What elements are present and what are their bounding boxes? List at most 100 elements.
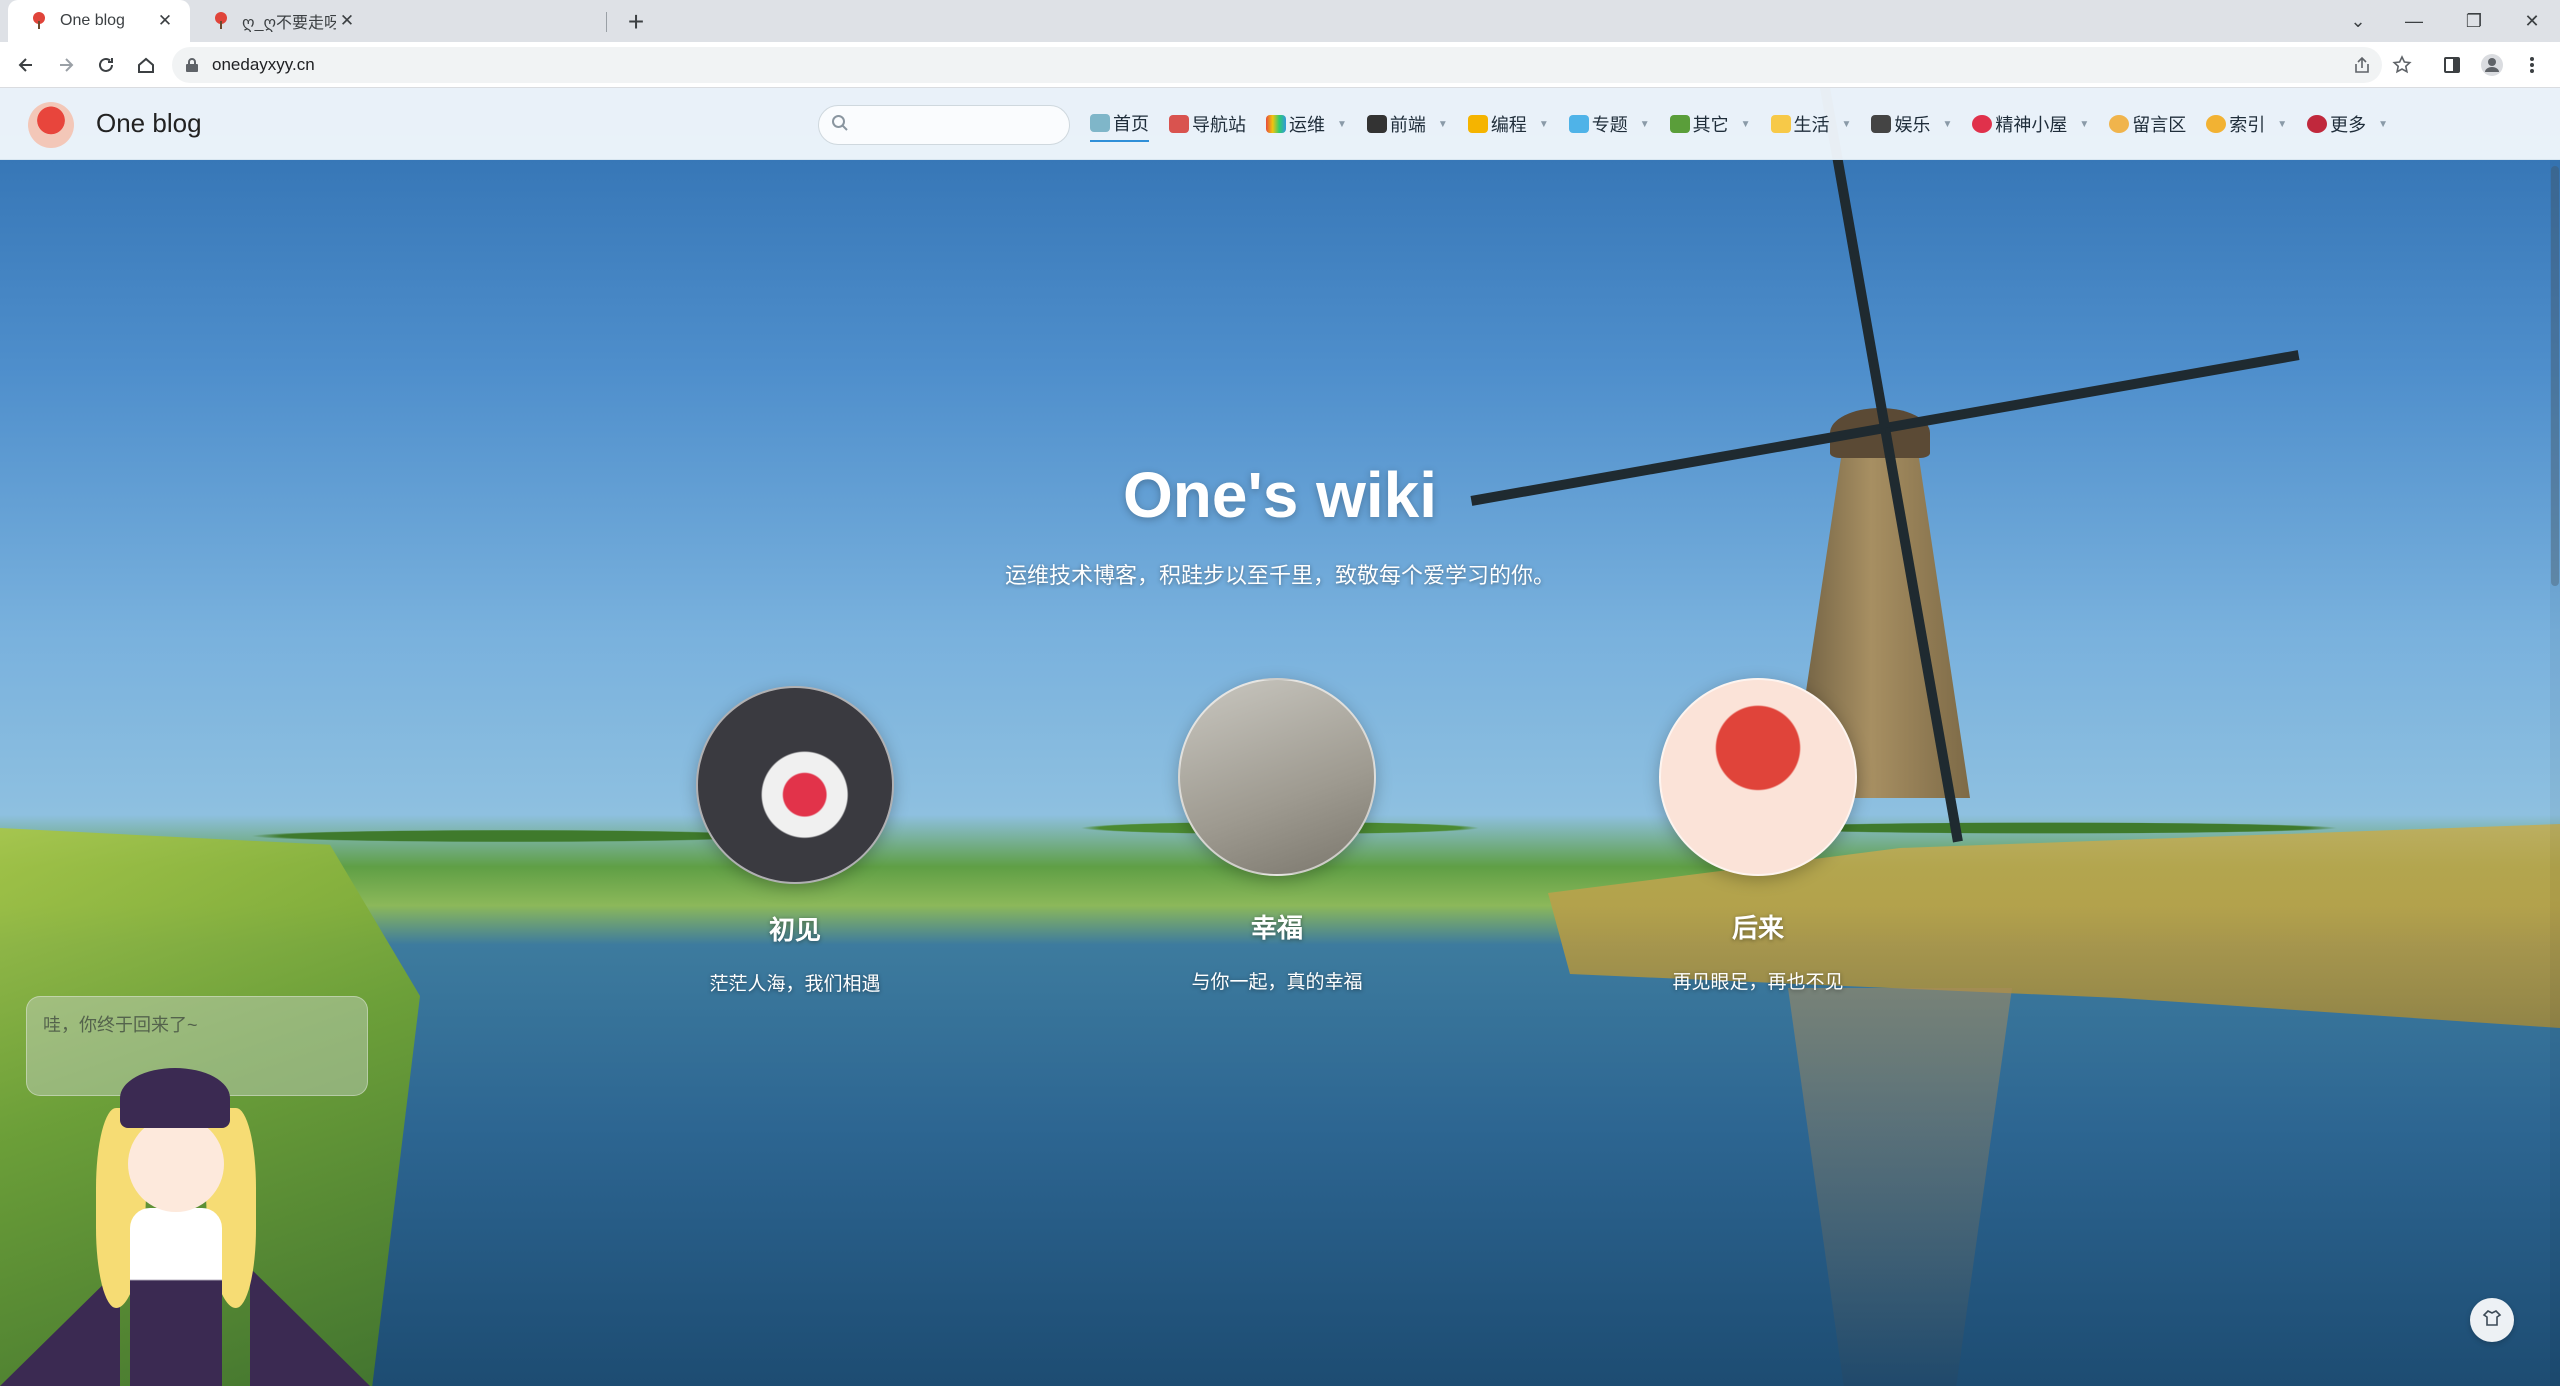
star-icon <box>1770 115 1791 133</box>
restore-button[interactable]: ❐ <box>2446 0 2502 42</box>
tree-favicon-icon <box>212 12 230 30</box>
tree-favicon-icon <box>30 12 48 30</box>
nav-item-topics[interactable]: 专题 ▼ <box>1568 106 1650 142</box>
card-first-meet[interactable]: 初见 茫茫人海，我们相遇 <box>665 686 925 996</box>
book-icon <box>1366 115 1387 133</box>
nav-label: 编程 <box>1490 115 1527 135</box>
card-text: 再见眼足，再也不见 <box>1672 972 1844 993</box>
tab-search-icon[interactable]: ⌄ <box>2330 0 2386 42</box>
card-image-couple-shadow[interactable] <box>1178 678 1376 876</box>
nav-label: 更多 <box>2330 115 2367 135</box>
hand-icon <box>2206 115 2227 133</box>
chevron-down-icon: ▼ <box>1639 118 1650 130</box>
close-window-button[interactable]: ✕ <box>2504 0 2560 42</box>
tab-title: ღ_ღ不要走呀! <box>242 15 336 32</box>
turtle-icon <box>1669 115 1690 133</box>
hero-title: One's wiki <box>1123 459 1437 531</box>
chevron-down-icon: ▼ <box>2079 118 2090 130</box>
chevron-down-icon: ▼ <box>2378 118 2389 130</box>
search-box[interactable] <box>818 105 1070 145</box>
card-title: 幸福 <box>1250 913 1303 943</box>
search-input[interactable] <box>857 116 1057 134</box>
menu-kebab-icon[interactable] <box>2516 49 2548 81</box>
theme-toggle-button[interactable] <box>2470 1298 2514 1342</box>
tab-strip: One blog ✕ ღ_ღ不要走呀! ✕ + ⌄ — ❐ ✕ <box>0 0 2560 42</box>
browser-toolbar: onedayxyy.cn <box>0 42 2560 88</box>
card-image-bouquet[interactable] <box>696 686 894 884</box>
close-tab-icon[interactable]: ✕ <box>336 10 358 32</box>
bookmark-star-icon[interactable] <box>2386 49 2418 81</box>
site-logo[interactable] <box>28 102 74 148</box>
new-tab-button[interactable]: + <box>620 6 652 38</box>
web-page: One blog 首页 导航站 运维 ▼ 前端 ▼ 编程 ▼ 专题 ▼ 其它 ▼… <box>0 88 2560 1386</box>
lock-icon[interactable] <box>172 57 212 73</box>
rose-icon <box>2307 115 2328 133</box>
nav-label: 精神小屋 <box>1995 115 2068 135</box>
hero-subtitle: 运维技术博客，积跬步以至千里，致敬每个爱学习的你。 <box>1004 563 1555 588</box>
lightning-icon <box>1467 115 1488 133</box>
nav-item-programming[interactable]: 编程 ▼ <box>1467 106 1549 142</box>
tab-second[interactable]: ღ_ღ不要走呀! ✕ <box>190 0 372 42</box>
chevron-down-icon: ▼ <box>1841 118 1852 130</box>
side-panel-icon[interactable] <box>2436 49 2468 81</box>
chevron-down-icon: ▼ <box>1740 118 1751 130</box>
nav-item-frontend[interactable]: 前端 ▼ <box>1366 106 1448 142</box>
nav-item-home[interactable]: 首页 <box>1090 106 1149 142</box>
heart-icon <box>1972 115 1993 133</box>
home-icon[interactable] <box>130 49 162 81</box>
tab-title: One blog <box>60 12 125 29</box>
chevron-down-icon: ▼ <box>1942 118 1953 130</box>
nav-label: 其它 <box>1692 115 1729 135</box>
camera-icon <box>1871 115 1892 133</box>
card-text: 茫茫人海，我们相遇 <box>709 974 881 995</box>
card-image-red-tree[interactable] <box>1659 678 1857 876</box>
tab-one-blog[interactable]: One blog ✕ <box>8 0 190 42</box>
megaphone-icon <box>1169 115 1189 133</box>
nav-label: 首页 <box>1113 114 1149 134</box>
ear-icon <box>2109 115 2130 133</box>
nav-item-more[interactable]: 更多 ▼ <box>2307 106 2388 142</box>
mascot-character[interactable] <box>0 1068 380 1386</box>
rainbow-icon <box>1266 115 1286 133</box>
nav-label: 导航站 <box>1192 115 1246 135</box>
chevron-down-icon: ▼ <box>1538 118 1549 130</box>
nav-label: 生活 <box>1793 115 1830 135</box>
gem-icon <box>1568 115 1589 133</box>
nav-item-entertainment[interactable]: 娱乐 ▼ <box>1871 106 1952 142</box>
site-brand[interactable]: One blog <box>96 108 202 139</box>
profile-avatar-icon[interactable] <box>2476 49 2508 81</box>
chevron-down-icon: ▼ <box>2277 118 2288 130</box>
card-title: 初见 <box>768 915 821 945</box>
share-icon[interactable] <box>2346 49 2378 81</box>
nav-item-index[interactable]: 索引 ▼ <box>2206 106 2287 142</box>
close-tab-icon[interactable]: ✕ <box>154 10 176 32</box>
shirt-icon <box>2482 1308 2502 1333</box>
nav-label: 娱乐 <box>1894 115 1931 135</box>
back-icon[interactable] <box>10 49 42 81</box>
nav-item-navigation[interactable]: 导航站 <box>1169 106 1246 142</box>
nav-label: 索引 <box>2229 115 2266 135</box>
nav-label: 前端 <box>1389 115 1426 135</box>
nav-label: 专题 <box>1591 115 1628 135</box>
nav-item-ops[interactable]: 运维 ▼ <box>1266 106 1347 142</box>
card-later[interactable]: 后来 再见眼足，再也不见 <box>1628 678 1888 994</box>
chevron-down-icon: ▼ <box>1337 118 1347 130</box>
minimize-button[interactable]: — <box>2386 0 2442 42</box>
nav-item-guestbook[interactable]: 留言区 <box>2109 106 2186 142</box>
site-header: One blog 首页 导航站 运维 ▼ 前端 ▼ 编程 ▼ 专题 ▼ 其它 ▼… <box>0 88 2560 160</box>
search-icon[interactable] <box>831 114 849 137</box>
main-nav: 首页 导航站 运维 ▼ 前端 ▼ 编程 ▼ 专题 ▼ 其它 ▼ 生活 ▼ 娱乐 … <box>1090 88 2408 160</box>
nav-item-life[interactable]: 生活 ▼ <box>1770 106 1852 142</box>
nav-label: 运维 <box>1289 115 1325 135</box>
reload-icon[interactable] <box>90 49 122 81</box>
home-icon <box>1090 114 1110 132</box>
tab-separator <box>606 12 607 32</box>
address-bar[interactable]: onedayxyy.cn <box>172 47 2382 83</box>
card-happiness[interactable]: 幸福 与你一起，真的幸福 <box>1147 678 1407 994</box>
url-text: onedayxyy.cn <box>212 55 315 74</box>
card-title: 后来 <box>1731 913 1784 943</box>
nav-item-spirit-hut[interactable]: 精神小屋 ▼ <box>1972 106 2089 142</box>
forward-icon[interactable] <box>50 49 82 81</box>
nav-item-other[interactable]: 其它 ▼ <box>1669 106 1751 142</box>
nav-label: 留言区 <box>2132 115 2187 135</box>
